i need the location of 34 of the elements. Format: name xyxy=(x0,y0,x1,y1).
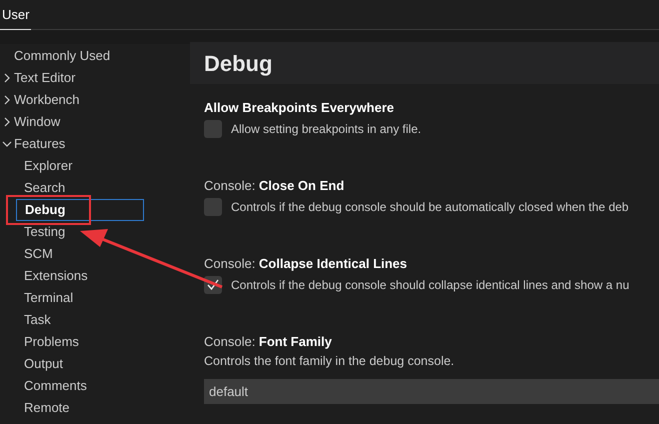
setting-title: Console: Collapse Identical Lines xyxy=(204,255,408,273)
setting-title: Console: Close On End xyxy=(204,177,346,195)
sidebar-item[interactable]: Problems xyxy=(24,331,144,353)
section-header: Debug xyxy=(190,42,659,84)
sidebar-item[interactable]: Comments xyxy=(24,375,144,397)
setting-title: Console: Font Family xyxy=(204,333,333,351)
setting-title: Allow Breakpoints Everywhere xyxy=(204,99,396,117)
chevron-right-icon xyxy=(2,73,12,83)
sidebar-item[interactable]: Features xyxy=(14,133,144,155)
sidebar-item[interactable]: Testing xyxy=(24,221,144,243)
setting-description: Controls the font family in the debug console. xyxy=(204,352,456,370)
sidebar-item[interactable]: Window xyxy=(14,111,144,133)
checkbox[interactable] xyxy=(204,198,222,216)
sidebar-item[interactable]: Workbench xyxy=(14,89,144,111)
sidebar-item[interactable]: Search xyxy=(24,177,144,199)
chevron-down-icon xyxy=(2,139,12,149)
sidebar-item[interactable]: Debug xyxy=(16,199,144,221)
sidebar-item[interactable]: SCM xyxy=(24,243,144,265)
chevron-right-icon xyxy=(2,117,12,127)
chevron-right-icon xyxy=(2,95,12,105)
checkmark-icon xyxy=(206,278,220,292)
setting-description: Controls if the debug console should collapse identical lines and show a nu xyxy=(231,277,630,294)
sidebar-item[interactable]: Commonly Used xyxy=(14,45,144,67)
sidebar-item[interactable]: Terminal xyxy=(24,287,144,309)
sidebar-item[interactable]: Extensions xyxy=(24,265,144,287)
font-family-field[interactable]: default xyxy=(204,378,659,404)
sidebar-item[interactable]: Explorer xyxy=(24,155,144,177)
setting-description: Controls if the debug console should be automatically closed when the deb xyxy=(231,199,629,216)
setting-description: Allow setting breakpoints in any file. xyxy=(231,121,422,138)
sidebar-item[interactable]: Output xyxy=(24,353,144,375)
sidebar-item[interactable]: Text Editor xyxy=(14,67,144,89)
sidebar-item[interactable]: Task xyxy=(24,309,144,331)
sidebar-item[interactable]: Remote xyxy=(24,397,144,419)
checkbox[interactable] xyxy=(204,120,222,138)
